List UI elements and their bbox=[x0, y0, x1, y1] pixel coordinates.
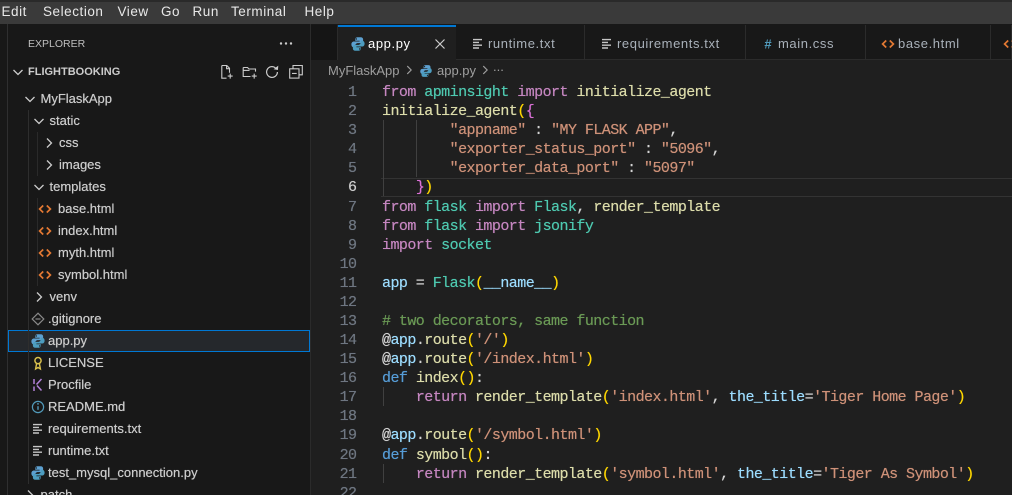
svg-text:#: # bbox=[764, 36, 772, 51]
